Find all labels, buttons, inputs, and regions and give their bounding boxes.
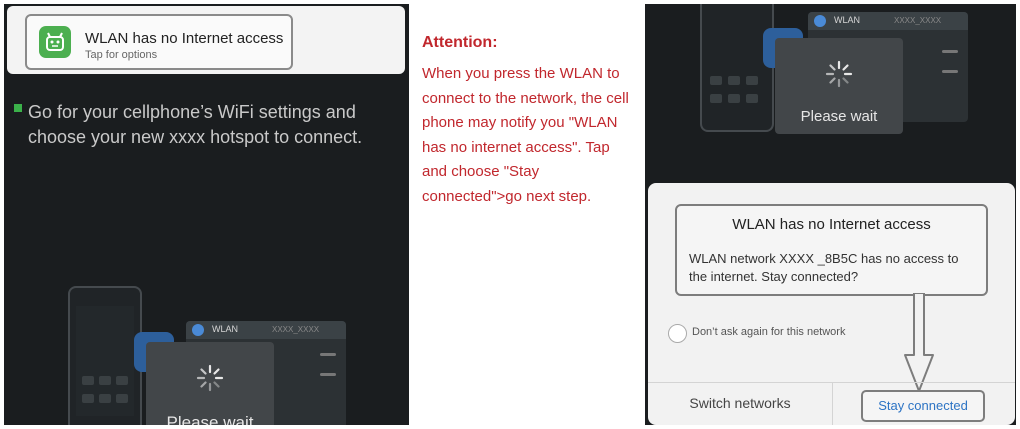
wlan-network-name: XXXX_XXXX bbox=[894, 16, 942, 25]
attention-title: Attention: bbox=[422, 34, 498, 51]
dont-ask-checkbox[interactable] bbox=[668, 324, 687, 343]
spinner-icon bbox=[196, 364, 224, 392]
phone-screen bbox=[76, 306, 134, 416]
app-tile bbox=[116, 376, 128, 385]
app-tile bbox=[82, 394, 94, 403]
footer-divider bbox=[832, 383, 833, 425]
toggle-switch bbox=[320, 353, 336, 356]
wlan-label: WLAN bbox=[212, 324, 239, 334]
app-tile bbox=[82, 376, 94, 385]
wlan-label: WLAN bbox=[834, 15, 861, 25]
green-bullet bbox=[14, 104, 22, 112]
wlan-network-name: XXXX_XXXX bbox=[272, 325, 320, 334]
dialog-body: WLAN network XXXX _8B5C has no access to… bbox=[689, 251, 959, 284]
phone-illustration bbox=[700, 4, 774, 132]
app-tile bbox=[99, 376, 111, 385]
please-wait-dialog: Please wait bbox=[146, 342, 274, 425]
app-tile bbox=[710, 94, 722, 103]
attention-note: Attention: When you press the WLAN to co… bbox=[412, 4, 642, 425]
please-wait-text: Please wait bbox=[800, 108, 878, 125]
please-wait-text: Please wait bbox=[166, 413, 254, 425]
right-screenshot-panel: WLAN XXXX_XXXX Please wait WLAN has no I… bbox=[645, 4, 1016, 425]
app-tile bbox=[746, 76, 758, 85]
left-screenshot-panel: WLAN has no Internet access Tap for opti… bbox=[4, 4, 409, 425]
android-icon bbox=[39, 26, 71, 58]
wlan-notification[interactable]: WLAN has no Internet access Tap for opti… bbox=[25, 14, 293, 70]
switch-networks-button[interactable]: Switch networks bbox=[648, 395, 832, 411]
attention-body: When you press the WLAN to connect to th… bbox=[422, 65, 629, 205]
app-tile bbox=[710, 76, 722, 85]
notification-shade: WLAN has no Internet access Tap for opti… bbox=[7, 6, 405, 74]
wifi-icon bbox=[814, 15, 826, 27]
dialog-title: WLAN has no Internet access bbox=[732, 216, 931, 233]
stay-connected-button[interactable]: Stay connected bbox=[861, 390, 985, 422]
toggle-switch bbox=[942, 70, 958, 73]
app-tile bbox=[99, 394, 111, 403]
dialog-footer: Switch networks Stay connected bbox=[648, 382, 1015, 425]
toggle-switch bbox=[320, 373, 336, 376]
app-tile bbox=[116, 394, 128, 403]
instruction-text: Go for your cellphone’s WiFi settings an… bbox=[28, 102, 363, 147]
phone-illustration bbox=[68, 286, 142, 425]
dont-ask-label: Don’t ask again for this network bbox=[692, 326, 846, 338]
toggle-switch bbox=[942, 50, 958, 53]
notification-subtitle: Tap for options bbox=[85, 49, 158, 61]
notification-title: WLAN has no Internet access bbox=[85, 30, 284, 47]
wlan-header: WLAN XXXX_XXXX bbox=[808, 12, 968, 30]
arrow-down-icon bbox=[904, 293, 934, 392]
wifi-icon bbox=[192, 324, 204, 336]
spinner-icon bbox=[825, 60, 853, 88]
app-tile bbox=[728, 76, 740, 85]
dialog-message-box: WLAN has no Internet access WLAN network… bbox=[675, 204, 988, 296]
app-tile bbox=[746, 94, 758, 103]
no-internet-dialog: WLAN has no Internet access WLAN network… bbox=[648, 183, 1015, 425]
app-tile bbox=[728, 94, 740, 103]
wlan-header: WLAN XXXX_XXXX bbox=[186, 321, 346, 339]
please-wait-dialog: Please wait bbox=[775, 38, 903, 134]
